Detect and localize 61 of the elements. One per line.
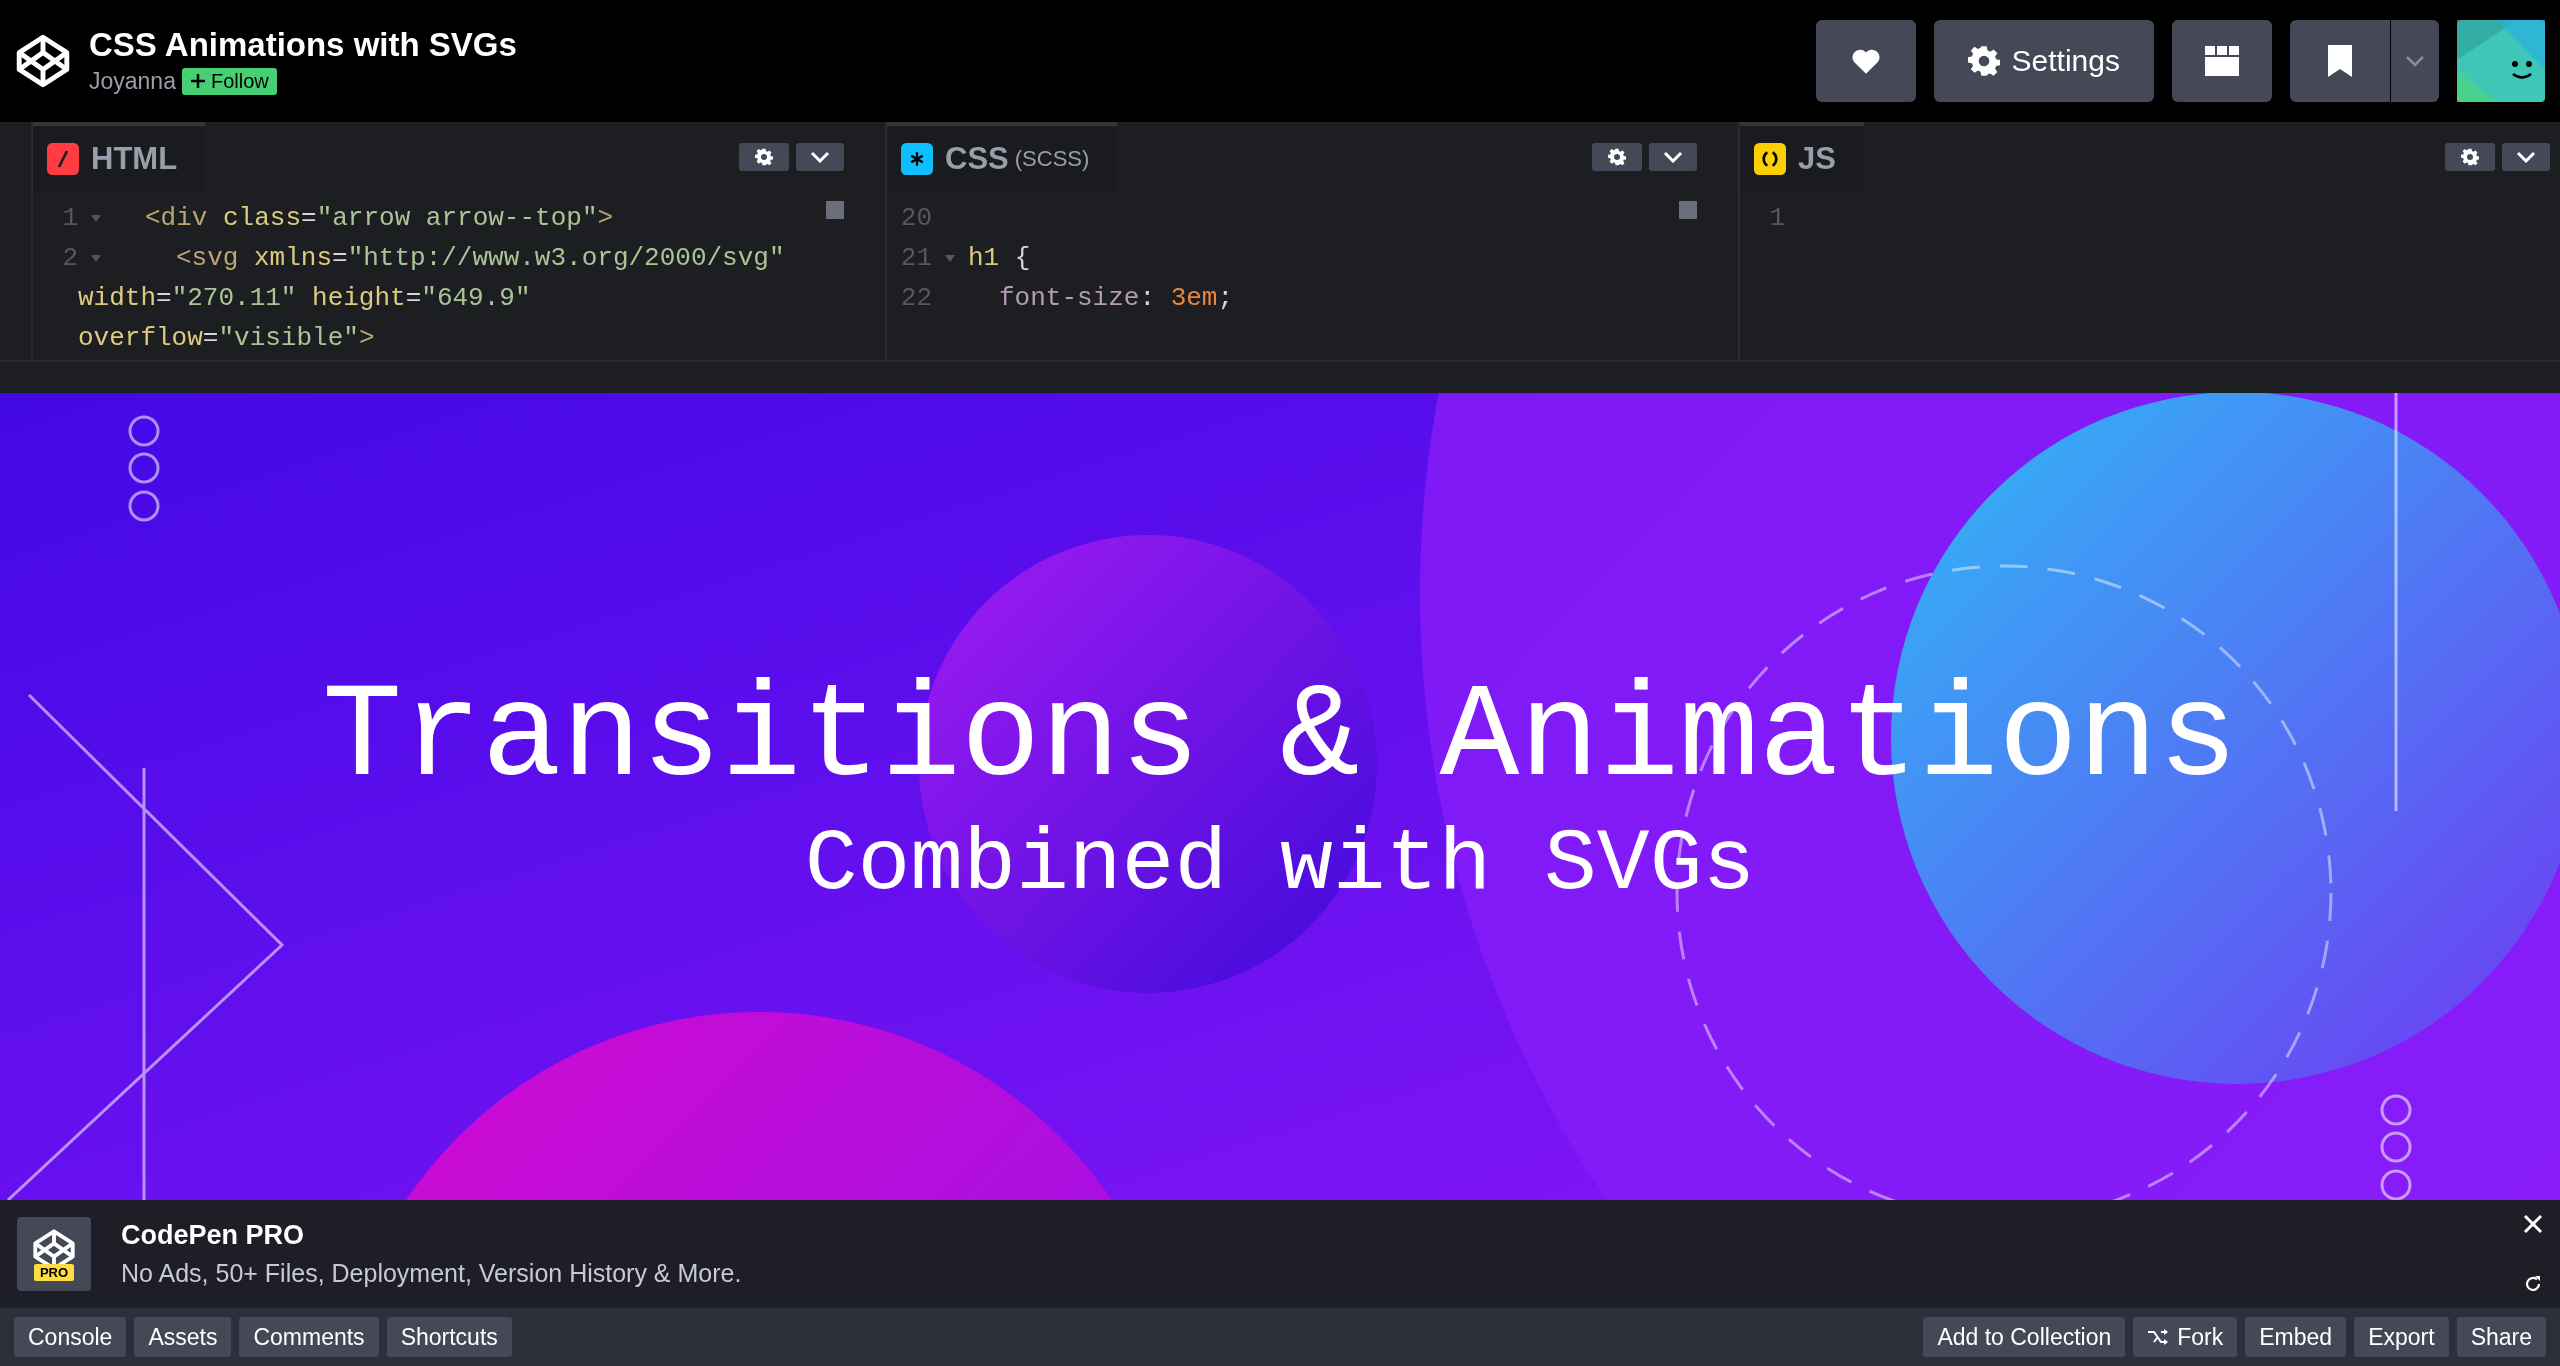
code-line: h1 { <box>968 242 1031 275</box>
editor-collapse-button[interactable] <box>1649 143 1697 171</box>
editor-tab-label: HTML <box>91 141 178 177</box>
editor-collapse-button[interactable] <box>796 143 844 171</box>
footer-button[interactable]: Shortcuts <box>386 1317 512 1357</box>
editor-settings-button[interactable] <box>1592 143 1642 171</box>
hero-subtitle: Combined with SVGs <box>804 813 1756 916</box>
code-line: <div class="arrow arrow--top"> <box>145 202 614 235</box>
promo-description: No Ads, 50+ Files, Deployment, Version History & More. <box>121 1259 743 1288</box>
heart-button[interactable] <box>1815 20 1916 102</box>
line-number: 20 <box>899 202 932 235</box>
code-line: width="270.11" height="649.9" <box>78 282 531 315</box>
bookmark-icon <box>2328 45 2352 77</box>
bookmark-button[interactable] <box>2290 20 2390 102</box>
editor-tab-label: CSS <box>945 141 1009 177</box>
plus-icon <box>189 73 206 90</box>
author-name[interactable]: Joyanna <box>89 67 176 95</box>
settings-button[interactable]: Settings <box>1933 20 2154 102</box>
line-number: 21 <box>899 242 932 275</box>
code-line: <svg xmlns="http://www.w3.org/2000/svg" <box>176 242 785 275</box>
chevron-down-icon <box>1663 151 1683 163</box>
promo-title: CodePen PRO <box>121 1220 306 1251</box>
line-number: 22 <box>899 282 932 315</box>
footer-button[interactable]: Add to Collection <box>1923 1317 2126 1357</box>
editor-collapse-button[interactable] <box>2502 143 2550 171</box>
layout-button[interactable] <box>2172 20 2272 102</box>
follow-button[interactable]: Follow <box>181 67 277 95</box>
heart-icon <box>1850 47 1881 75</box>
close-button[interactable] <box>2523 1214 2543 1234</box>
scroll-handle[interactable] <box>1679 201 1697 219</box>
footer-button[interactable]: Comments <box>239 1317 379 1357</box>
editor-settings-button[interactable] <box>2445 143 2495 171</box>
fork-icon <box>2147 1328 2170 1346</box>
line-number: 1 <box>1768 202 1785 235</box>
settings-icon <box>755 148 773 166</box>
editor-tab-sublabel: (SCSS) <box>1014 146 1090 172</box>
footer-button[interactable]: Fork <box>2133 1317 2238 1357</box>
footer-button[interactable]: Export <box>2354 1317 2449 1357</box>
editor-tab-label: JS <box>1798 141 1836 177</box>
footer-button[interactable]: Share <box>2456 1317 2546 1357</box>
line-number: 1 <box>61 202 78 235</box>
refresh-button[interactable] <box>2523 1274 2543 1294</box>
settings-icon <box>1967 45 2000 77</box>
code-line: overflow="visible"> <box>78 322 375 355</box>
hero-title: Transitions & Animations <box>322 665 2238 812</box>
chevron-down-icon <box>810 151 830 163</box>
footer-button[interactable]: Assets <box>134 1317 232 1357</box>
footer-button[interactable]: Embed <box>2245 1317 2347 1357</box>
settings-icon <box>2461 148 2479 166</box>
footer-button[interactable]: Console <box>14 1317 127 1357</box>
caret-icon <box>2405 55 2425 67</box>
scroll-handle[interactable] <box>826 201 844 219</box>
pen-title: CSS Animations with SVGs <box>89 27 518 64</box>
line-number: 2 <box>61 242 78 275</box>
pro-badge: PRO <box>33 1263 75 1281</box>
chevron-down-icon <box>2516 151 2536 163</box>
settings-icon <box>1608 148 1626 166</box>
editor-settings-button[interactable] <box>739 143 789 171</box>
code-line: font-size: 3em; <box>999 282 1234 315</box>
codepen-logo-icon <box>15 33 71 89</box>
layout-icon <box>2205 46 2239 76</box>
